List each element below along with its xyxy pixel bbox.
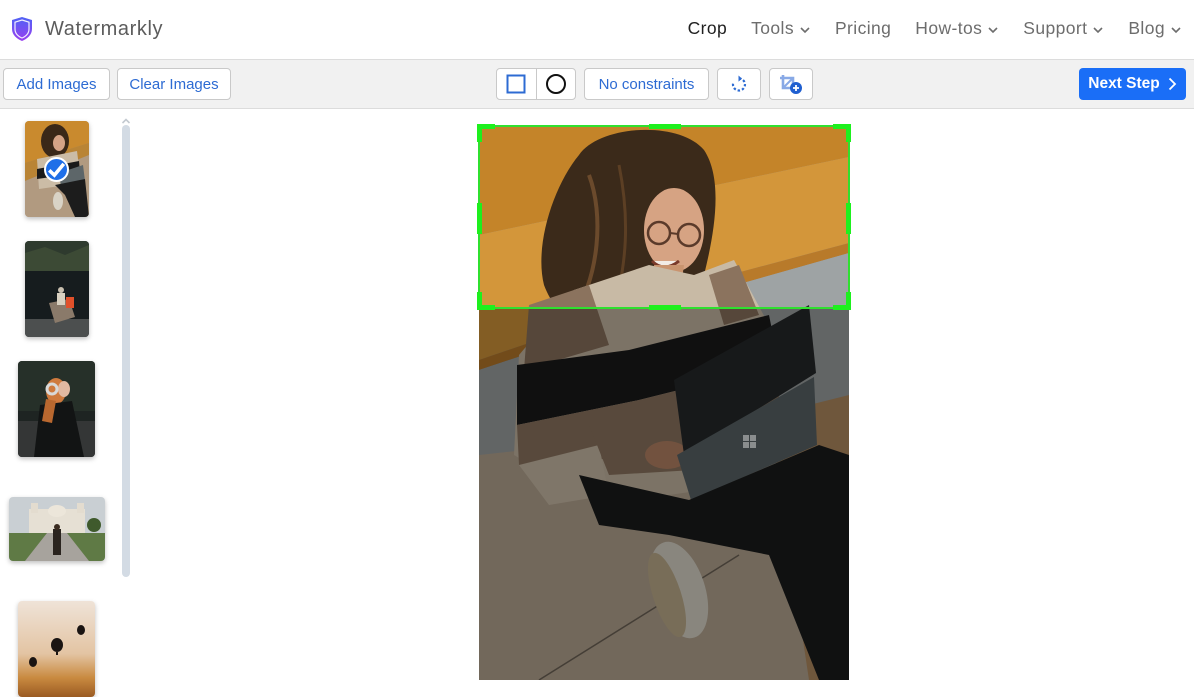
brand-logo-link[interactable]: Watermarkly (10, 15, 163, 43)
chevron-down-icon (800, 26, 810, 33)
crop-shape-toggle (496, 68, 576, 100)
scroll-up-arrow-icon[interactable] (121, 112, 131, 124)
thumbnail-item[interactable] (18, 601, 95, 697)
thumbnail-image (9, 497, 105, 561)
next-step-label: Next Step (1088, 75, 1160, 92)
crop-dim-overlay (479, 309, 849, 680)
chevron-down-icon (1171, 26, 1181, 33)
brand-name: Watermarkly (45, 17, 164, 40)
circle-icon (545, 74, 566, 94)
add-crop-icon (780, 75, 802, 94)
square-icon (506, 74, 526, 94)
nav-item-how-tos[interactable]: How-tos (915, 18, 999, 39)
nav-item-blog[interactable]: Blog (1128, 18, 1182, 39)
thumbnail-image (18, 361, 95, 457)
crop-handle-top-right[interactable] (846, 124, 851, 142)
nav-item-label: How-tos (915, 18, 983, 38)
nav-item-pricing[interactable]: Pricing (835, 18, 891, 39)
thumbnail-item[interactable] (18, 361, 95, 457)
selected-check-badge (44, 157, 69, 182)
chevron-right-icon (1168, 77, 1177, 91)
chevron-down-icon (988, 26, 998, 33)
nav-item-label: Support (1023, 18, 1088, 38)
rotate-button[interactable] (717, 68, 761, 100)
rotate-icon (731, 75, 747, 92)
crop-handle-bottom[interactable] (649, 305, 681, 310)
thumbnail-item[interactable] (25, 121, 89, 217)
circle-shape-button[interactable] (535, 69, 575, 99)
checkmark-icon (48, 162, 66, 178)
top-navigation-bar: Watermarkly Crop Tools Pricing How-tos S… (0, 0, 1194, 59)
crop-handle-top-left[interactable] (477, 124, 482, 142)
clear-images-button[interactable]: Clear Images (117, 68, 231, 100)
crop-handle-right[interactable] (846, 203, 851, 234)
nav-item-crop[interactable]: Crop (688, 18, 728, 39)
thumbnail-item[interactable] (25, 241, 89, 337)
crop-handle-left[interactable] (477, 203, 482, 234)
next-step-button[interactable]: Next Step (1079, 68, 1186, 100)
nav-item-tools[interactable]: Tools (751, 18, 811, 39)
thumbnail-item[interactable] (9, 497, 105, 561)
aspect-constraints-dropdown[interactable]: No constraints (584, 68, 709, 100)
nav-item-support[interactable]: Support (1023, 18, 1104, 39)
crop-handle-top[interactable] (649, 124, 681, 129)
crop-toolbar: Add Images Clear Images No constraints N… (0, 59, 1194, 109)
add-crop-area-button[interactable] (769, 68, 813, 100)
crop-handle-bottom-right[interactable] (846, 292, 851, 310)
crop-handle-bottom-left[interactable] (477, 292, 482, 310)
nav-item-label: Blog (1128, 18, 1165, 38)
thumbnail-image (18, 601, 95, 697)
shield-icon (10, 16, 34, 42)
nav-item-label: Tools (751, 18, 794, 38)
nav-item-label: Crop (687, 18, 728, 38)
main-nav: Crop Tools Pricing How-tos Support Blog (688, 18, 1182, 39)
crop-selection-box[interactable] (477, 124, 851, 310)
rectangle-shape-button[interactable] (497, 69, 536, 99)
thumbnail-scrollbar[interactable] (122, 125, 130, 577)
chevron-down-icon (1093, 26, 1103, 33)
add-images-button[interactable]: Add Images (3, 68, 110, 100)
thumbnail-image (25, 241, 89, 337)
nav-item-label: Pricing (834, 18, 892, 38)
image-thumbnail-list (0, 109, 136, 697)
